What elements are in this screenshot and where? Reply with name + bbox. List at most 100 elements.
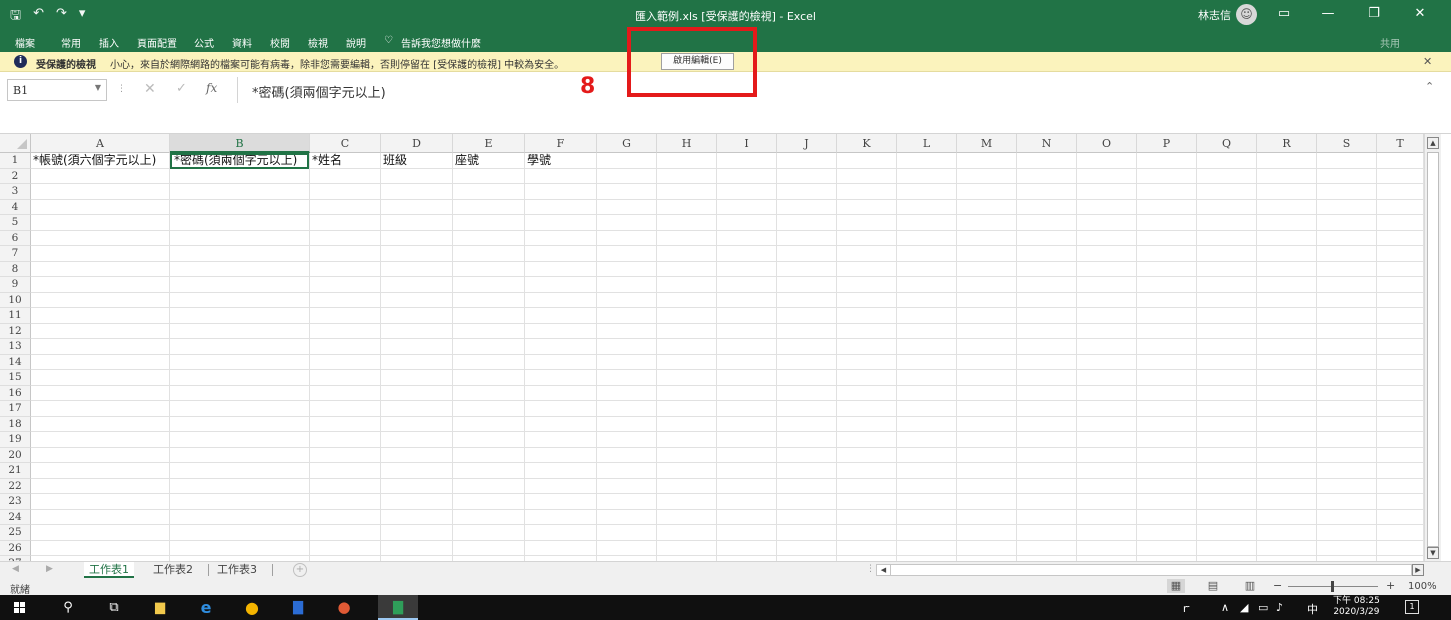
row-header-12[interactable]: 12 <box>0 323 31 339</box>
row-header-24[interactable]: 24 <box>0 509 31 525</box>
column-header-h[interactable]: H <box>657 134 717 153</box>
row-header-14[interactable]: 14 <box>0 354 31 370</box>
column-header-o[interactable]: O <box>1077 134 1137 153</box>
name-box[interactable]: B1 ▼ <box>7 79 107 101</box>
normal-view-icon[interactable]: ▦ <box>1167 579 1185 593</box>
column-header-k[interactable]: K <box>837 134 897 153</box>
column-header-p[interactable]: P <box>1137 134 1197 153</box>
column-header-f[interactable]: F <box>525 134 597 153</box>
cancel-icon[interactable]: ✕ <box>144 81 156 97</box>
row-header-5[interactable]: 5 <box>0 215 31 231</box>
excel-taskbar-button[interactable]: ▇ <box>378 595 418 620</box>
close-message-icon[interactable]: ✕ <box>1423 55 1432 68</box>
volume-icon[interactable]: ♪ <box>1276 601 1283 614</box>
column-header-d[interactable]: D <box>381 134 453 153</box>
row-header-1[interactable]: 1 <box>0 153 31 169</box>
page-break-view-icon[interactable]: ▥ <box>1241 579 1259 593</box>
scroll-up-icon[interactable]: ▲ <box>1427 137 1439 149</box>
column-header-e[interactable]: E <box>453 134 525 153</box>
sheet-tab-1[interactable]: 工作表1 <box>84 562 134 578</box>
vertical-scrollbar[interactable]: ▲ ▼ <box>1424 134 1441 561</box>
horizontal-scrollbar[interactable]: ◀ <box>876 564 1412 576</box>
file-explorer-icon[interactable]: ▆ <box>150 598 170 617</box>
zoom-out-icon[interactable]: − <box>1273 579 1282 592</box>
user-name[interactable]: 林志信 <box>1198 7 1231 23</box>
sheet-next-icon[interactable]: ▶ <box>46 564 53 574</box>
row-header-22[interactable]: 22 <box>0 478 31 494</box>
row-header-21[interactable]: 21 <box>0 463 31 479</box>
tell-me-search[interactable]: 告訴我您想做什麼 <box>401 35 481 50</box>
powerpoint-icon[interactable]: ● <box>334 598 354 617</box>
sheet-tab-2[interactable]: 工作表2 <box>148 562 198 578</box>
row-header-8[interactable]: 8 <box>0 261 31 277</box>
column-header-t[interactable]: T <box>1377 134 1424 153</box>
page-layout-view-icon[interactable]: ▤ <box>1204 579 1222 593</box>
zoom-level[interactable]: 100% <box>1408 581 1437 592</box>
scroll-down-icon[interactable]: ▼ <box>1427 547 1439 559</box>
row-header-7[interactable]: 7 <box>0 246 31 262</box>
tab-data[interactable]: 資料 <box>232 35 252 50</box>
scroll-thumb[interactable] <box>1427 152 1439 547</box>
column-header-q[interactable]: Q <box>1197 134 1257 153</box>
row-header-25[interactable]: 25 <box>0 525 31 541</box>
people-icon[interactable]: ꭈ <box>1183 601 1190 616</box>
restore-button[interactable]: ❐ <box>1364 6 1384 21</box>
task-view-icon[interactable]: ⧉ <box>104 598 124 617</box>
row-header-9[interactable]: 9 <box>0 277 31 293</box>
cell-e1[interactable]: 座號 <box>453 153 524 169</box>
column-header-r[interactable]: R <box>1257 134 1317 153</box>
ime-indicator[interactable]: 中 <box>1307 601 1318 617</box>
column-header-n[interactable]: N <box>1017 134 1077 153</box>
row-header-10[interactable]: 10 <box>0 292 31 308</box>
cell-f1[interactable]: 學號 <box>525 153 596 169</box>
cell-b1[interactable]: *密碼(須兩個字元以上) <box>170 153 309 169</box>
row-header-16[interactable]: 16 <box>0 385 31 401</box>
drag-handle[interactable]: ⋮ <box>117 84 126 94</box>
zoom-slider-knob[interactable] <box>1331 581 1334 592</box>
cell-d1[interactable]: 班級 <box>381 153 452 169</box>
row-header-26[interactable]: 26 <box>0 540 31 556</box>
row-header-18[interactable]: 18 <box>0 416 31 432</box>
sheet-prev-icon[interactable]: ◀ <box>12 564 19 574</box>
windows-start-icon[interactable] <box>14 602 26 614</box>
row-header-15[interactable]: 15 <box>0 370 31 386</box>
tab-page-layout[interactable]: 頁面配置 <box>137 35 177 50</box>
tab-insert[interactable]: 插入 <box>99 35 119 50</box>
chevron-down-icon[interactable]: ▼ <box>95 83 101 92</box>
insert-function-icon[interactable]: fx <box>206 81 217 95</box>
enter-icon[interactable]: ✓ <box>176 81 187 96</box>
column-header-c[interactable]: C <box>310 134 381 153</box>
row-header-3[interactable]: 3 <box>0 184 31 200</box>
battery-icon[interactable]: ▭ <box>1258 601 1268 614</box>
worksheet-grid[interactable]: A B C D E F G H I J K L M N O P Q R S T 1 2 3 4 5 6 7 8 9 10 11 12 13 14 1… <box>0 134 1424 561</box>
close-button[interactable]: ✕ <box>1410 6 1430 21</box>
split-handle-icon[interactable]: ⋮ <box>866 564 875 574</box>
new-sheet-icon[interactable]: + <box>293 563 307 577</box>
sheet-tab-3[interactable]: 工作表3 <box>212 562 262 578</box>
tab-formulas[interactable]: 公式 <box>194 35 214 50</box>
show-hidden-icons-icon[interactable]: ∧ <box>1221 601 1229 614</box>
row-header-13[interactable]: 13 <box>0 339 31 355</box>
column-header-m[interactable]: M <box>957 134 1017 153</box>
row-header-6[interactable]: 6 <box>0 230 31 246</box>
ribbon-display-options-icon[interactable]: ▭ <box>1274 6 1294 21</box>
tab-review[interactable]: 校閱 <box>270 35 290 50</box>
zoom-in-icon[interactable]: + <box>1386 579 1395 592</box>
collapse-formula-bar-icon[interactable]: ⌃ <box>1425 80 1434 93</box>
row-header-11[interactable]: 11 <box>0 308 31 324</box>
column-header-l[interactable]: L <box>897 134 957 153</box>
wifi-icon[interactable]: ◢ <box>1240 601 1248 614</box>
row-header-4[interactable]: 4 <box>0 199 31 215</box>
tab-home[interactable]: 常用 <box>61 35 81 50</box>
row-header-23[interactable]: 23 <box>0 494 31 510</box>
column-header-i[interactable]: I <box>717 134 777 153</box>
chrome-icon[interactable]: ● <box>242 598 262 617</box>
notification-icon[interactable]: 1 <box>1405 600 1419 614</box>
tab-view[interactable]: 檢視 <box>308 35 328 50</box>
tab-file[interactable]: 檔案 <box>15 35 35 50</box>
formula-input[interactable]: *密碼(須兩個字元以上) <box>252 82 386 101</box>
share-button[interactable]: 共用 <box>1380 35 1400 50</box>
clock[interactable]: 下午 08:25 2020/3/29 <box>1333 596 1380 618</box>
column-header-j[interactable]: J <box>777 134 837 153</box>
edge-icon[interactable]: e <box>196 598 216 617</box>
